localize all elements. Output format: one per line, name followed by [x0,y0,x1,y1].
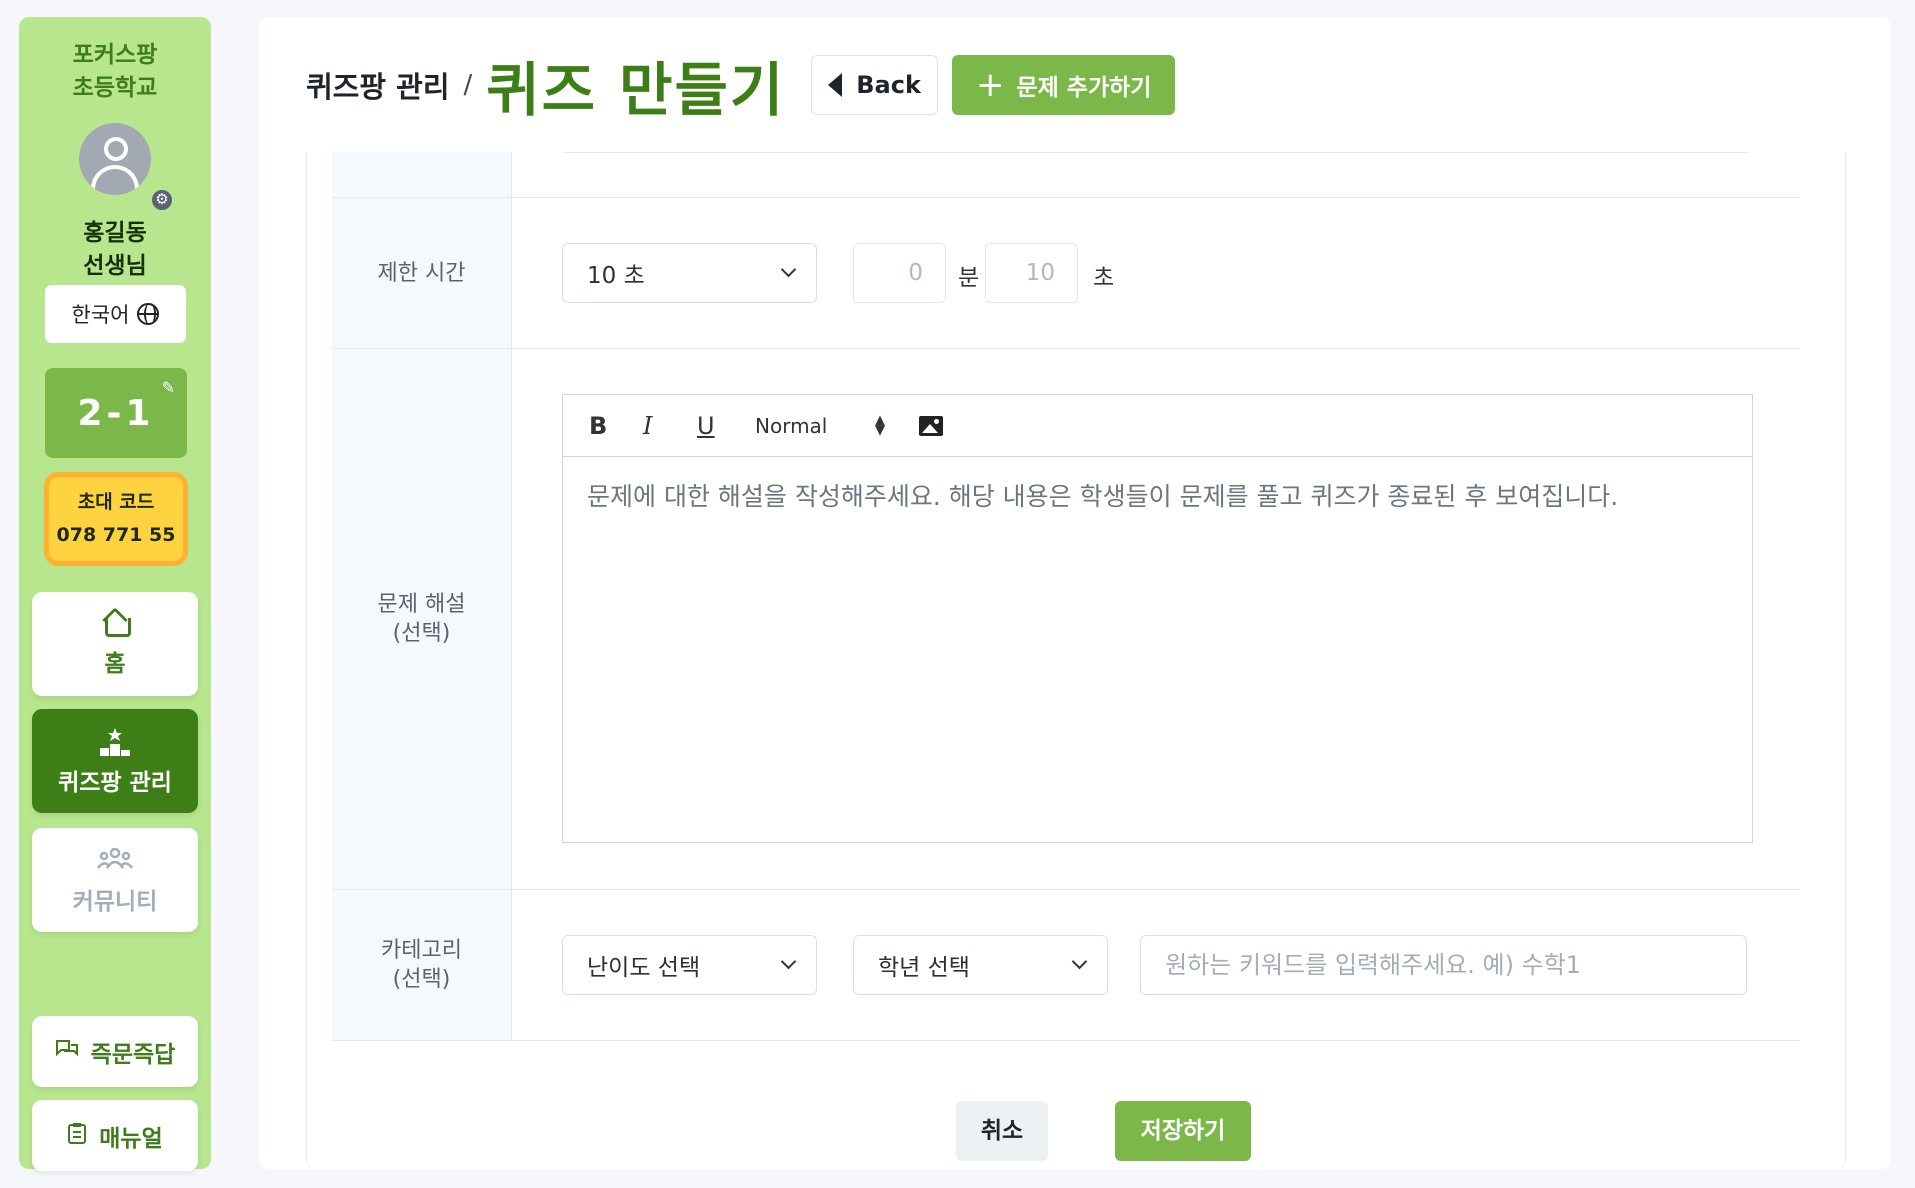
explanation-editor[interactable]: B I U Normal ▲ ▼ 문제에 대한 해설을 작성해주세요. 해당 내용… [562,394,1753,843]
school-name-line2: 초등학교 [72,75,158,101]
chevron-down-icon [780,953,797,970]
class-label: 2-1 [77,392,155,434]
save-button[interactable]: 저장하기 [1115,1101,1251,1161]
explanation-label: 문제 해설 (선택) [332,349,512,889]
school-name: 포커스팡 초등학교 [19,39,211,105]
teacher-name-line2: 선생님 [83,253,147,279]
pencil-icon[interactable]: ✎ [162,378,175,397]
seconds-input[interactable]: 10 [985,243,1078,303]
nav-home[interactable]: 홈 [32,592,198,696]
add-question-label: 문제 추가하기 [1016,74,1152,101]
category-label-line2: (선택) [392,967,451,992]
nav-qna[interactable]: 즉문즉답 [32,1016,198,1087]
people-group-icon [32,846,198,876]
chevron-down-icon [1071,953,1088,970]
time-limit-value: 10 초 [587,263,645,289]
explanation-label-line1: 문제 해설 [377,592,466,617]
chevron-down-icon [780,261,797,278]
minutes-unit: 분 [958,265,980,291]
back-button[interactable]: Back [811,54,938,115]
plus-icon: + [975,64,1005,105]
language-selector[interactable]: 한국어 [45,285,186,343]
podium-star-icon [32,727,198,757]
add-question-button[interactable]: + 문제 추가하기 [951,54,1176,115]
italic-button[interactable]: I [643,412,697,440]
difficulty-value: 난이도 선택 [587,955,701,981]
time-limit-label: 제한 시간 [332,198,512,348]
minutes-input[interactable]: 0 [853,243,946,303]
nav-manual-label: 매뉴얼 [99,1125,163,1152]
category-label: 카테고리 (선택) [332,890,512,1040]
language-label: 한국어 [71,303,130,327]
text-size-value: Normal [755,413,828,438]
form-row-explanation: 문제 해설 (선택) B I U Normal ▲ ▼ 문제에 대한 해설을 작… [332,349,1800,890]
time-limit-select[interactable]: 10 초 [562,243,817,303]
invite-title: 초대 코드 [77,491,155,513]
breadcrumb-separator: / [463,69,473,100]
underline-button[interactable]: U [697,412,751,440]
bold-button[interactable]: B [589,412,643,440]
sidebar: 포커스팡 초등학교 ⚙ 홍길동 선생님 한국어 2-1 ✎ 초대 코드 078 … [19,17,211,1171]
invite-code: 078 771 55 [56,524,176,546]
page-header: 퀴즈팡 관리 / 퀴즈 만들기 Back + 문제 추가하기 [259,17,1891,152]
teacher-name-line1: 홍길동 [83,220,147,246]
insert-image-icon[interactable] [919,415,943,436]
nav-manual[interactable]: 매뉴얼 [32,1100,198,1171]
form-scroll-area[interactable]: 제한 시간 10 초 0 분 10 초 문제 해설 (선택) B I U Nor… [306,152,1846,1162]
form-row-previous [332,152,1800,198]
chat-bubbles-icon [55,1039,79,1064]
teacher-name: 홍길동 선생님 [19,217,211,283]
explanation-label-line2: (선택) [392,621,451,646]
clipboard-icon [67,1122,87,1149]
page-title: 퀴즈 만들기 [486,55,786,124]
avatar[interactable] [79,123,151,195]
nav-community-label: 커뮤니티 [72,889,158,915]
grade-select[interactable]: 학년 선택 [853,935,1108,995]
home-icon [103,610,131,637]
invite-code-card[interactable]: 초대 코드 078 771 55 [44,472,188,566]
keyword-input[interactable]: 원하는 키워드를 입력해주세요. 예) 수학1 [1140,935,1747,995]
nav-quiz-management[interactable]: 퀴즈팡 관리 [32,709,198,813]
class-card[interactable]: 2-1 ✎ [45,368,187,458]
nav-qna-label: 즉문즉답 [90,1041,176,1068]
nav-community[interactable]: 커뮤니티 [32,828,198,932]
settings-gear-icon[interactable]: ⚙ [149,187,175,213]
form-actions: 취소 저장하기 [332,1101,1800,1161]
updown-arrows-icon: ▲ ▼ [875,412,885,438]
form-row-category: 카테고리 (선택) 난이도 선택 학년 선택 원하는 키워드를 입력해주세요. … [332,890,1800,1041]
category-label-line1: 카테고리 [381,938,462,963]
back-arrow-icon [828,72,843,97]
main-panel: 퀴즈팡 관리 / 퀴즈 만들기 Back + 문제 추가하기 제한 시간 10 … [259,17,1891,1169]
grade-value: 학년 선택 [878,955,970,981]
globe-icon [137,303,160,325]
form-row-time-limit: 제한 시간 10 초 0 분 10 초 [332,198,1800,349]
back-button-label: Back [856,70,921,99]
nav-home-label: 홈 [104,651,126,677]
difficulty-select[interactable]: 난이도 선택 [562,935,817,995]
explanation-textarea[interactable]: 문제에 대한 해설을 작성해주세요. 해당 내용은 학생들이 문제를 풀고 퀴즈… [563,457,1752,533]
breadcrumb[interactable]: 퀴즈팡 관리 [306,64,450,106]
seconds-unit: 초 [1093,265,1115,291]
previous-row-label [332,152,512,197]
cancel-button[interactable]: 취소 [956,1101,1048,1161]
text-size-select[interactable]: Normal ▲ ▼ [755,414,885,438]
nav-quiz-label: 퀴즈팡 관리 [58,770,172,796]
school-name-line1: 포커스팡 [72,42,158,68]
editor-toolbar: B I U Normal ▲ ▼ [563,395,1752,457]
